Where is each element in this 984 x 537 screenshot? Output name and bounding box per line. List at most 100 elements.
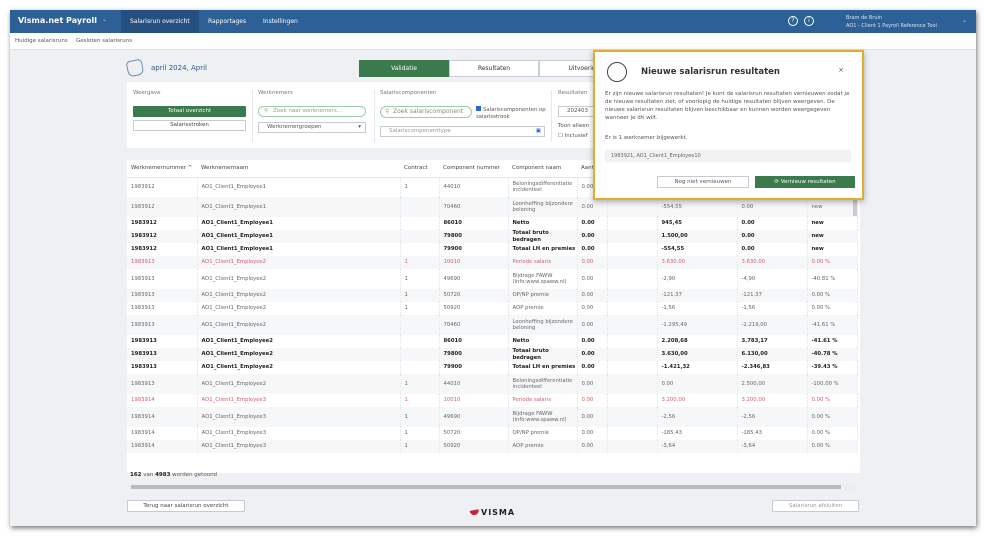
nav-tab-instellingen[interactable]: Instellingen bbox=[254, 10, 307, 33]
table-row[interactable]: 1983912 AO1_Client1_Employee1 86010 Netto 0.… bbox=[127, 217, 858, 230]
table-cell: new bbox=[807, 230, 858, 243]
table-cell: 1983912 bbox=[127, 197, 198, 217]
search-icon: ⚲ bbox=[385, 108, 390, 115]
table-cell: 10010 bbox=[439, 394, 509, 407]
not-now-button[interactable]: Nog niet vernieuwen bbox=[657, 176, 749, 188]
table-row[interactable]: 1983914 AO1_Client1_Employee3 1 50720 OP/NP … bbox=[127, 427, 858, 440]
salarisstroken-button[interactable]: Salarisstroken bbox=[133, 120, 246, 131]
componenttype-select[interactable]: Salariscomponenttype ▣ bbox=[380, 126, 545, 137]
table-row[interactable]: 1983914 AO1_Client1_Employee3 1 50920 AOP pr… bbox=[127, 440, 858, 453]
horizontal-scrollbar[interactable] bbox=[127, 484, 857, 490]
table-cell: 0.00 bbox=[737, 197, 808, 217]
table-cell: 49690 bbox=[439, 269, 509, 289]
table-cell: 0.00 % bbox=[807, 407, 858, 427]
tab-validatie[interactable]: Validatie bbox=[359, 60, 449, 77]
lookup-icon[interactable]: ▣ bbox=[536, 127, 541, 136]
table-cell: -121,37 bbox=[737, 289, 808, 302]
updated-employee: 1983921, AO1_Client1_Employee10 bbox=[605, 150, 851, 162]
chevron-down-icon[interactable]: ⌄ bbox=[102, 16, 107, 23]
table-cell bbox=[607, 315, 658, 335]
componenttype-placeholder: Salariscomponenttype bbox=[389, 128, 451, 134]
subnav-gesloten[interactable]: Gesloten salarisruns bbox=[76, 38, 132, 44]
table-row[interactable]: 1983913 AO1_Client1_Employee2 79800 Totaal … bbox=[127, 348, 858, 361]
table-row[interactable]: 1983912 AO1_Client1_Employee1 70460 Loonhef… bbox=[127, 197, 858, 217]
column-header[interactable]: Werknemernummer ^ bbox=[127, 160, 197, 178]
table-cell: OP/NP premie bbox=[508, 427, 578, 440]
table-cell: -2,56 bbox=[737, 407, 808, 427]
table-cell: 0.00 bbox=[577, 217, 608, 230]
column-header[interactable]: Component naam bbox=[508, 160, 577, 178]
salarisstrook-checkbox[interactable]: Salariscomponenten op salarisstrook bbox=[476, 106, 548, 121]
table-row[interactable]: 1983913 AO1_Client1_Employee2 70460 Loonhef… bbox=[127, 315, 858, 335]
scrollbar-thumb[interactable] bbox=[131, 485, 841, 489]
componenten-search-input[interactable]: ⚲ Zoek salariscomponent bbox=[380, 106, 472, 118]
componenten-placeholder: Zoek salariscomponent bbox=[393, 108, 464, 115]
column-header[interactable]: Contract bbox=[400, 160, 439, 178]
table-cell: 70460 bbox=[439, 315, 509, 335]
table-cell: -1.421,32 bbox=[657, 361, 738, 374]
table-row[interactable]: 1983912 AO1_Client1_Employee1 79900 Totaal … bbox=[127, 243, 858, 256]
info-icon[interactable]: i bbox=[804, 16, 814, 26]
table-cell: Periode salaris bbox=[508, 394, 578, 407]
table-cell: Periode salaris bbox=[508, 256, 578, 269]
weergave-label: Weergave bbox=[133, 90, 161, 96]
table-row[interactable]: 1983914 AO1_Client1_Employee3 1 10010 Period… bbox=[127, 394, 858, 407]
table-cell: 1983913 bbox=[127, 289, 198, 302]
table-row[interactable]: 1983913 AO1_Client1_Employee2 1 44010 Beloni… bbox=[127, 374, 858, 394]
tab-resultaten[interactable]: Resultaten bbox=[449, 60, 539, 77]
table-cell: -40.78 % bbox=[807, 348, 858, 361]
werknemergroepen-select[interactable]: Werknemergroepen ▾ bbox=[258, 122, 366, 133]
search-icon: ⚲ bbox=[264, 108, 269, 114]
resultaten-select[interactable]: 202403 bbox=[558, 106, 598, 117]
vertical-scrollbar[interactable] bbox=[853, 200, 857, 216]
back-button[interactable]: Terug naar salarisrun overzicht bbox=[127, 500, 245, 512]
help-icon[interactable]: ? bbox=[788, 16, 798, 26]
totaal-overzicht-button[interactable]: Totaal overzicht bbox=[133, 106, 246, 117]
table-row[interactable]: 1983914 AO1_Client1_Employee3 1 49690 Bijdra… bbox=[127, 407, 858, 427]
nav-tab-rapportages[interactable]: Rapportages bbox=[199, 10, 255, 33]
table-row[interactable]: 1983913 AO1_Client1_Employee2 1 10010 Period… bbox=[127, 256, 858, 269]
table-cell: 0.00 bbox=[577, 440, 608, 453]
table-cell bbox=[607, 335, 658, 348]
salarisrun-afsluiten-button[interactable]: Salarisrun afsluiten bbox=[772, 500, 859, 512]
close-icon[interactable]: × bbox=[838, 66, 844, 74]
table-cell: 0.00 bbox=[577, 243, 608, 256]
table-cell bbox=[607, 394, 658, 407]
table-cell: AOP premie bbox=[508, 302, 578, 315]
user-menu[interactable]: Bram de Bruin AO1 - Client 1 Payroll Ref… bbox=[846, 14, 937, 30]
table-cell: 2.208,68 bbox=[657, 335, 738, 348]
table-cell: 1983913 bbox=[127, 348, 198, 361]
brand[interactable]: Visma.net Payroll bbox=[18, 16, 97, 25]
werknemergroepen-value: Werknemergroepen bbox=[267, 124, 322, 130]
table-cell: 3.630,00 bbox=[737, 256, 808, 269]
column-header[interactable]: Component nummer bbox=[439, 160, 508, 178]
table-cell bbox=[400, 230, 440, 243]
table-row[interactable]: 1983913 AO1_Client1_Employee2 1 49690 Bijdra… bbox=[127, 269, 858, 289]
table-row[interactable]: 1983913 AO1_Client1_Employee2 1 50920 AOP pr… bbox=[127, 302, 858, 315]
table-cell: Loonheffing bijzondere beloning bbox=[508, 197, 578, 217]
nav-tab-salarisrun-overzicht[interactable]: Salarisrun overzicht bbox=[121, 10, 199, 33]
table-cell: Beloningsdifferentiatie incidenteel bbox=[508, 177, 578, 197]
table-row[interactable]: 1983913 AO1_Client1_Employee2 1 50720 OP/NP … bbox=[127, 289, 858, 302]
column-header[interactable]: Werknemernaam bbox=[197, 160, 400, 178]
table-row[interactable]: 1983913 AO1_Client1_Employee2 86010 Netto 0.… bbox=[127, 335, 858, 348]
checkbox-checked-icon[interactable] bbox=[476, 106, 481, 111]
subnav-huidige[interactable]: Huidige salarisruns bbox=[15, 38, 68, 44]
table-cell: 79800 bbox=[439, 348, 509, 361]
table-row[interactable]: 1983912 AO1_Client1_Employee1 79800 Totaal … bbox=[127, 230, 858, 243]
table-cell: AOP premie bbox=[508, 440, 578, 453]
table-cell: AO1_Client1_Employee3 bbox=[197, 407, 401, 427]
table-cell: Totaal bruto bedragen bbox=[508, 230, 578, 243]
table-cell: 1983912 bbox=[127, 217, 198, 230]
table-cell: 0.00 bbox=[577, 230, 608, 243]
werknemers-search-input[interactable]: ⚲ Zoek naar werknemers... bbox=[258, 106, 366, 117]
user-chevron-icon[interactable]: ⌄ bbox=[962, 17, 967, 24]
inclusief-checkbox[interactable]: ☐ Inclusief bbox=[558, 133, 588, 139]
table-cell: 1 bbox=[400, 427, 440, 440]
table-row[interactable]: 1983913 AO1_Client1_Employee2 79900 Totaal … bbox=[127, 361, 858, 374]
table-cell: 0.00 bbox=[737, 230, 808, 243]
table-cell: 79800 bbox=[439, 230, 509, 243]
refresh-results-button[interactable]: ⟳ Vernieuw resultaten bbox=[755, 176, 855, 188]
table-cell: 79900 bbox=[439, 243, 509, 256]
divider bbox=[374, 90, 375, 142]
